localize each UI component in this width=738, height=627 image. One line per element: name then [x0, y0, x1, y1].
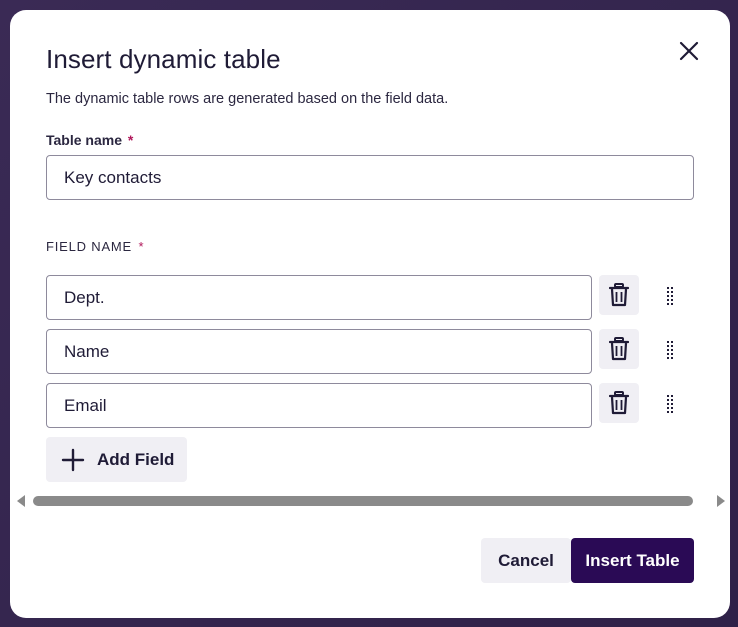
- dialog-subtitle: The dynamic table rows are generated bas…: [46, 91, 449, 107]
- close-icon: [679, 41, 699, 61]
- required-marker: *: [138, 239, 145, 254]
- drag-handle[interactable]: [662, 285, 678, 311]
- scrollbar-thumb[interactable]: [33, 496, 693, 506]
- trash-icon: [609, 391, 629, 415]
- delete-field-button[interactable]: [599, 275, 639, 315]
- field-name-label: FIELD NAME *: [46, 239, 144, 254]
- delete-field-button[interactable]: [599, 329, 639, 369]
- scroll-left-arrow-icon[interactable]: [17, 495, 25, 507]
- insert-table-button[interactable]: Insert Table: [571, 538, 694, 583]
- drag-handle[interactable]: [662, 339, 678, 365]
- trash-icon: [609, 337, 629, 361]
- table-name-value: Key contacts: [64, 167, 162, 187]
- drag-handle-icon: [667, 395, 673, 413]
- required-marker: *: [127, 132, 134, 148]
- table-name-label: Table name *: [46, 132, 133, 148]
- table-name-input[interactable]: Key contacts: [46, 155, 694, 200]
- dialog-title: Insert dynamic table: [46, 44, 281, 74]
- field-name-value: Name: [64, 341, 110, 361]
- cancel-button[interactable]: Cancel: [481, 538, 571, 583]
- insert-dynamic-table-dialog: Insert dynamic table The dynamic table r…: [10, 10, 730, 618]
- close-button[interactable]: [674, 36, 704, 66]
- horizontal-scrollbar[interactable]: [15, 493, 727, 509]
- scroll-right-arrow-icon[interactable]: [717, 495, 725, 507]
- add-field-button[interactable]: Add Field: [46, 437, 187, 482]
- drag-handle[interactable]: [662, 393, 678, 419]
- field-name-value: Dept.: [64, 287, 105, 307]
- field-name-input[interactable]: Dept.: [46, 275, 592, 320]
- field-name-input[interactable]: Email: [46, 383, 592, 428]
- field-name-label-text: FIELD NAME: [46, 239, 133, 254]
- trash-icon: [609, 283, 629, 307]
- field-name-value: Email: [64, 395, 107, 415]
- table-name-label-text: Table name: [46, 132, 122, 148]
- drag-handle-icon: [667, 287, 673, 305]
- field-name-input[interactable]: Name: [46, 329, 592, 374]
- delete-field-button[interactable]: [599, 383, 639, 423]
- drag-handle-icon: [667, 341, 673, 359]
- plus-icon: [61, 448, 85, 471]
- add-field-label: Add Field: [97, 449, 175, 469]
